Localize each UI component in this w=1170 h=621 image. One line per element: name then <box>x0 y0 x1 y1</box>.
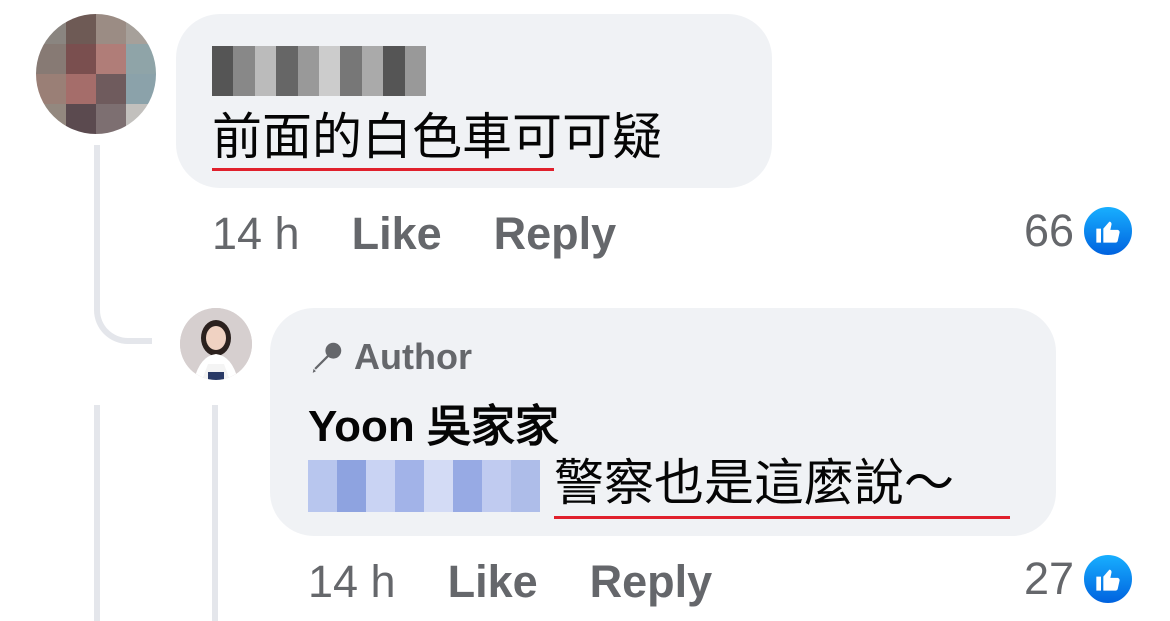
redaction-block <box>297 46 320 96</box>
avatar-pixel <box>66 14 96 44</box>
comment-reaction-count: 66 <box>1023 205 1074 256</box>
avatar-pixel <box>126 44 156 74</box>
avatar-pixel <box>126 74 156 104</box>
reply-timestamp[interactable]: 14 h <box>308 556 396 608</box>
redaction-block <box>308 460 337 512</box>
avatar-pixel <box>36 104 66 134</box>
comment-actions: 14 h Like Reply <box>212 208 616 260</box>
redaction-block <box>404 46 427 96</box>
author-avatar[interactable] <box>180 308 252 380</box>
avatar-pixel <box>66 74 96 104</box>
redaction-block <box>319 46 341 96</box>
avatar-pixel <box>36 44 66 74</box>
redaction-block <box>233 46 255 96</box>
avatar-pixel <box>36 74 66 104</box>
avatar-pixel <box>36 14 66 44</box>
redaction-block <box>482 460 511 512</box>
redaction-block <box>366 460 395 512</box>
comment-like-button[interactable]: Like <box>352 208 442 260</box>
avatar-pixel <box>66 104 96 134</box>
redaction-block <box>395 460 424 512</box>
author-name[interactable]: Yoon 吳家家 <box>308 390 559 454</box>
reply-actions: 14 h Like Reply <box>308 556 712 608</box>
author-avatar-image <box>180 308 252 380</box>
reply-reactions[interactable]: 27 <box>1024 553 1134 605</box>
mention-redacted[interactable] <box>308 460 540 512</box>
avatar-pixel <box>126 104 156 134</box>
comment-reply-button[interactable]: Reply <box>494 208 617 260</box>
redaction-block <box>340 46 362 96</box>
avatar-pixel <box>66 44 96 74</box>
redaction-block <box>361 46 384 96</box>
reply-reply-button[interactable]: Reply <box>590 556 713 608</box>
author-badge: Author <box>308 336 472 378</box>
thread-elbow <box>94 268 152 344</box>
like-icon <box>1082 205 1134 257</box>
redaction-block <box>383 46 405 96</box>
commenter-avatar[interactable] <box>36 14 156 134</box>
reply-like-button[interactable]: Like <box>448 556 538 608</box>
commenter-name-redacted[interactable] <box>212 46 427 96</box>
reply-reaction-count: 27 <box>1023 553 1074 604</box>
thread-line-reply <box>212 405 218 621</box>
avatar-pixel <box>96 74 126 104</box>
redaction-block <box>511 460 540 512</box>
thread-line-main-lower <box>94 405 100 621</box>
avatar-pixel <box>126 14 156 44</box>
redaction-block <box>337 460 366 512</box>
avatar-pixel <box>96 44 126 74</box>
avatar-pixel <box>96 14 126 44</box>
reply-bubble: Author Yoon 吳家家 警察也是這麼說～ <box>270 308 1056 536</box>
redaction-block <box>276 46 298 96</box>
redaction-block <box>254 46 277 96</box>
comment-text: 前面的白色車可可疑 <box>212 109 662 165</box>
thread-line-main <box>94 145 100 275</box>
redaction-block <box>424 460 453 512</box>
comment-reactions[interactable]: 66 <box>1024 205 1134 257</box>
reply-text-underline <box>554 516 1010 519</box>
like-icon <box>1082 553 1134 605</box>
reply-text: 警察也是這麼說～ <box>554 455 954 511</box>
commenter-avatar-pixelated <box>36 14 156 134</box>
redaction-block <box>212 46 234 96</box>
microphone-icon <box>312 342 342 373</box>
author-badge-label: Author <box>354 336 472 377</box>
redaction-block <box>453 460 482 512</box>
comment-timestamp[interactable]: 14 h <box>212 208 300 260</box>
comment-bubble: 前面的白色車可可疑 <box>176 14 772 188</box>
comment-text-underline <box>212 168 554 171</box>
avatar-pixel <box>96 104 126 134</box>
